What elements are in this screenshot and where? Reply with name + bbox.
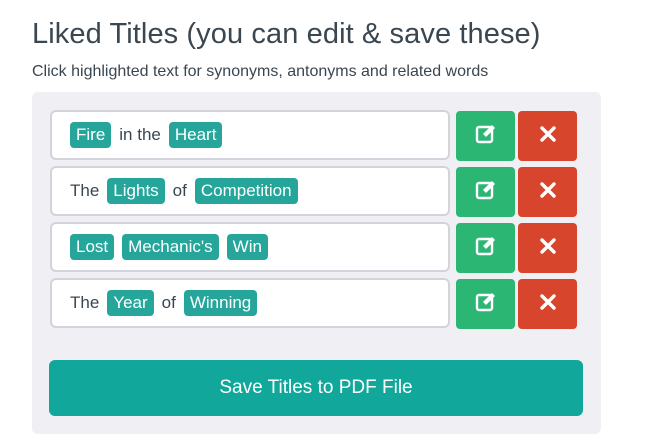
- liked-titles-panel: Fire in the Heart The Lights of Competition Los…: [32, 92, 601, 434]
- edit-button[interactable]: [456, 279, 515, 329]
- title-row: Lost Mechanic's Win: [50, 222, 578, 274]
- title-field[interactable]: The Year of Winning: [50, 278, 450, 328]
- edit-button[interactable]: [456, 167, 515, 217]
- delete-button[interactable]: [518, 167, 577, 217]
- title-text: The: [70, 293, 100, 312]
- highlighted-word[interactable]: Heart: [168, 122, 223, 148]
- title-field[interactable]: Fire in the Heart: [50, 110, 450, 160]
- highlighted-word[interactable]: Competition: [194, 178, 298, 204]
- highlighted-word[interactable]: Lost: [70, 234, 115, 260]
- title-text: of: [172, 181, 187, 200]
- page-title: Liked Titles (you can edit & save these): [32, 18, 541, 50]
- delete-button[interactable]: [518, 111, 577, 161]
- close-icon: [539, 293, 557, 316]
- delete-button[interactable]: [518, 223, 577, 273]
- highlighted-word[interactable]: Winning: [183, 290, 258, 316]
- title-row: Fire in the Heart: [50, 110, 578, 162]
- title-text: in the: [119, 125, 161, 144]
- close-icon: [539, 181, 557, 204]
- title-row: The Lights of Competition: [50, 166, 578, 218]
- highlighted-word[interactable]: Fire: [70, 122, 112, 148]
- title-text: The: [70, 181, 100, 200]
- edit-icon: [475, 179, 497, 206]
- edit-icon: [475, 291, 497, 318]
- delete-button[interactable]: [518, 279, 577, 329]
- edit-icon: [475, 235, 497, 262]
- save-pdf-button[interactable]: Save Titles to PDF File: [49, 360, 583, 416]
- title-field[interactable]: The Lights of Competition: [50, 166, 450, 216]
- highlighted-word[interactable]: Lights: [107, 178, 165, 204]
- edit-button[interactable]: [456, 111, 515, 161]
- close-icon: [539, 125, 557, 148]
- title-row: The Year of Winning: [50, 278, 578, 330]
- title-text: of: [161, 293, 176, 312]
- edit-button[interactable]: [456, 223, 515, 273]
- title-field[interactable]: Lost Mechanic's Win: [50, 222, 450, 272]
- highlighted-word[interactable]: Year: [107, 290, 154, 316]
- highlighted-word[interactable]: Mechanic's: [122, 234, 219, 260]
- save-pdf-label: Save Titles to PDF File: [219, 377, 413, 398]
- page-subtitle: Click highlighted text for synonyms, ant…: [32, 63, 489, 80]
- close-icon: [539, 237, 557, 260]
- highlighted-word[interactable]: Win: [226, 234, 268, 260]
- edit-icon: [475, 123, 497, 150]
